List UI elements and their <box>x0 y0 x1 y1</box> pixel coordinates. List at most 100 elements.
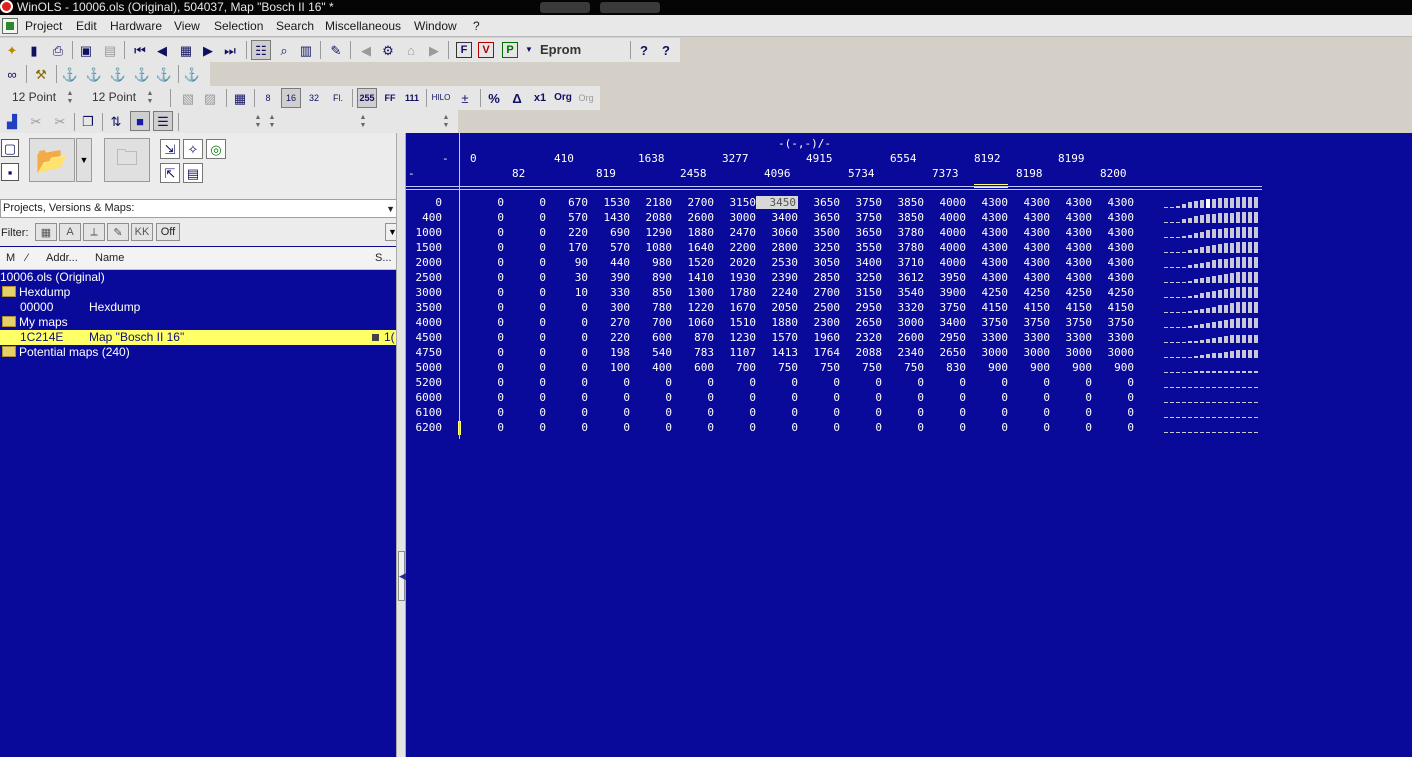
text-right-icon[interactable]: ▨ <box>200 88 220 108</box>
map-cell[interactable]: 2340 <box>884 346 925 359</box>
map-cell[interactable]: 0 <box>464 271 504 284</box>
map-cell[interactable]: 0 <box>884 391 924 404</box>
map-cell[interactable]: 0 <box>590 421 630 434</box>
map-cell[interactable]: 2300 <box>800 316 841 329</box>
import-file-icon[interactable]: ⇲ <box>160 139 180 159</box>
map-cell[interactable]: 4300 <box>968 211 1009 224</box>
map-cell[interactable]: 1930 <box>716 271 757 284</box>
p-icon[interactable]: P <box>502 42 518 58</box>
map-cell[interactable]: 4300 <box>968 196 1009 209</box>
map-cell[interactable]: 3650 <box>842 226 883 239</box>
map-cell[interactable]: 0 <box>632 391 672 404</box>
map-cell[interactable]: 3850 <box>884 211 925 224</box>
menu-selection[interactable]: Selection <box>214 19 263 33</box>
map-cell[interactable]: 1510 <box>716 316 757 329</box>
map-cell[interactable]: 0 <box>1010 376 1050 389</box>
map-cell[interactable]: 4300 <box>1094 256 1135 269</box>
map-cell[interactable]: 0 <box>548 391 588 404</box>
map-cell[interactable]: 3650 <box>800 196 841 209</box>
map-cell[interactable]: 3500 <box>800 226 841 239</box>
map-cell[interactable]: 0 <box>506 376 546 389</box>
x-axis-label[interactable]: 8199 <box>1058 152 1098 165</box>
map-cell[interactable]: 2600 <box>674 211 715 224</box>
map-cell[interactable]: 0 <box>548 316 588 329</box>
map-cell[interactable]: 3540 <box>884 286 925 299</box>
map-cell[interactable]: 1780 <box>716 286 757 299</box>
map-cell[interactable]: 870 <box>674 331 714 344</box>
map-cell[interactable]: 2320 <box>842 331 883 344</box>
map-cell[interactable]: 750 <box>884 361 924 374</box>
x-axis-label[interactable]: 1638 <box>638 152 678 165</box>
font-size-1-spinner[interactable]: ▲ ▼ <box>64 90 76 106</box>
map-cell[interactable]: 2950 <box>926 331 967 344</box>
map-cell[interactable]: 0 <box>464 331 504 344</box>
map-cell[interactable]: 3900 <box>926 286 967 299</box>
collapse-panel-button[interactable]: ◀ <box>398 551 406 601</box>
font-size-2[interactable]: 12 Point <box>92 90 136 104</box>
map-cell[interactable]: 0 <box>674 391 714 404</box>
map-cell[interactable]: 0 <box>1094 376 1134 389</box>
map-cell[interactable]: 3300 <box>1094 331 1135 344</box>
wizard-icon[interactable]: ✦ <box>2 40 22 60</box>
map-cell[interactable]: 3780 <box>884 226 925 239</box>
map-cell[interactable]: 0 <box>464 301 504 314</box>
map-cell[interactable]: 2850 <box>800 271 841 284</box>
map-cell[interactable]: 4000 <box>926 256 967 269</box>
column-size[interactable]: S... <box>375 252 392 264</box>
map-cell[interactable]: 3780 <box>884 241 925 254</box>
percent-icon[interactable]: % <box>484 88 504 108</box>
forward-icon[interactable]: ▶ <box>424 40 444 60</box>
map-cell[interactable]: 4300 <box>1052 241 1093 254</box>
map-cell[interactable]: 3750 <box>1094 316 1135 329</box>
search-map-icon[interactable]: ⌕ <box>274 40 294 60</box>
tree-item-hexdump[interactable]: 00000 Hexdump <box>0 300 396 315</box>
x-axis-label[interactable]: 7373 <box>932 167 972 180</box>
tree-root[interactable]: 10006.ols (Original) <box>0 270 396 285</box>
map-cell[interactable]: 0 <box>716 391 756 404</box>
context-help-icon[interactable]: ? <box>656 40 676 60</box>
last-icon[interactable]: ⏭ <box>220 40 240 60</box>
map-cell[interactable]: 700 <box>632 316 672 329</box>
v-icon[interactable]: V <box>478 42 494 58</box>
map-cell[interactable]: 750 <box>842 361 882 374</box>
import-project-button[interactable]: 🗀 <box>104 138 150 182</box>
map-cell[interactable]: 0 <box>632 406 672 419</box>
y-axis-label[interactable]: 4750 <box>406 346 443 359</box>
map-cell[interactable]: 3050 <box>800 256 841 269</box>
map-cell[interactable]: 1670 <box>716 301 757 314</box>
map-cell[interactable]: 1880 <box>674 226 715 239</box>
map-cell[interactable]: 0 <box>464 316 504 329</box>
map-cell[interactable]: 570 <box>590 241 630 254</box>
hilo-button[interactable]: HILO <box>431 88 451 108</box>
map-cell[interactable]: 0 <box>1052 391 1092 404</box>
map-cell[interactable]: 30 <box>548 271 588 284</box>
map-cell[interactable]: 10 <box>548 286 588 299</box>
spinner-b[interactable]: ▲ ▼ <box>266 114 278 130</box>
map-cell[interactable]: 4300 <box>1094 196 1135 209</box>
map-cell[interactable]: 170 <box>548 241 588 254</box>
map-cell[interactable]: 3000 <box>1052 346 1093 359</box>
map-cell[interactable]: 4250 <box>968 286 1009 299</box>
filter-binary-button[interactable]: ▦ <box>35 223 57 241</box>
map-cell[interactable]: 783 <box>674 346 714 359</box>
map-cell[interactable]: 1060 <box>674 316 715 329</box>
hardware-erase-icon[interactable]: ⚓ <box>132 64 152 84</box>
map-cell[interactable]: 2650 <box>926 346 967 359</box>
map-cell[interactable]: 0 <box>548 406 588 419</box>
map-cell[interactable]: 0 <box>674 376 714 389</box>
map-cell[interactable]: 900 <box>1010 361 1050 374</box>
x-axis-label[interactable]: 3277 <box>722 152 762 165</box>
map-cell[interactable]: 0 <box>716 376 756 389</box>
column-flag[interactable]: ⁄ <box>26 252 28 264</box>
menu-search[interactable]: Search <box>276 19 314 33</box>
back-icon[interactable]: ◀ <box>356 40 376 60</box>
f-icon[interactable]: F <box>456 42 472 58</box>
map-cell[interactable]: 3000 <box>884 316 925 329</box>
map-cell[interactable]: 4300 <box>1052 211 1093 224</box>
map-cell[interactable]: 4150 <box>1052 301 1093 314</box>
map-cell[interactable]: 0 <box>464 196 504 209</box>
map-cell[interactable]: 0 <box>464 286 504 299</box>
previous-icon[interactable]: ◀ <box>152 40 172 60</box>
map-cell[interactable]: 0 <box>506 226 546 239</box>
map-cell[interactable]: 2500 <box>800 301 841 314</box>
